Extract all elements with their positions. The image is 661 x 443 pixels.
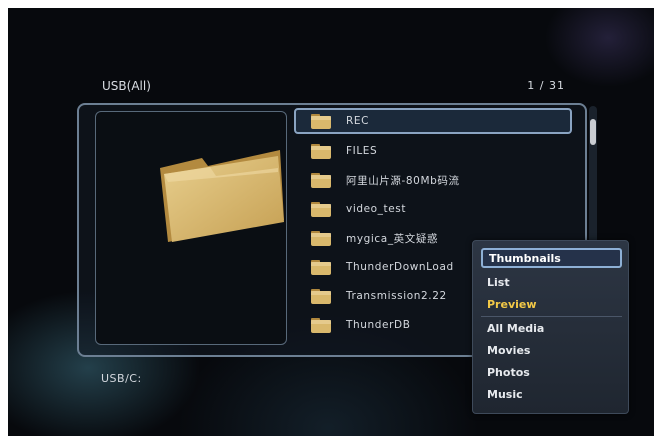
folder-icon [311, 144, 331, 159]
file-item-label: FILES [346, 145, 378, 157]
folder-icon [311, 318, 331, 333]
file-item-rec[interactable]: REC [294, 108, 572, 134]
folder-icon [311, 260, 331, 275]
file-item-label: ThunderDownLoad [346, 261, 454, 273]
menu-item-list[interactable]: List [481, 272, 622, 292]
folder-icon [311, 173, 331, 188]
folder-icon [311, 202, 331, 217]
menu-item-photos[interactable]: Photos [481, 362, 622, 382]
menu-item-movies[interactable]: Movies [481, 340, 622, 360]
file-item-label: video_test [346, 203, 407, 215]
file-item-label: Transmission2.22 [346, 290, 447, 302]
menu-item-all-media[interactable]: All Media [481, 318, 622, 338]
folder-icon [311, 231, 331, 246]
source-title: USB(All) [102, 79, 151, 93]
file-item-video-test[interactable]: video_test [296, 197, 570, 221]
file-item-label: ThunderDB [346, 319, 411, 331]
current-path: USB/C: [101, 372, 142, 385]
file-item-label: mygica_英文疑惑 [346, 232, 439, 245]
page-counter: 1 / 31 [527, 79, 565, 92]
scrollbar-thumb[interactable] [590, 119, 596, 145]
view-options-menu: Thumbnails List Preview All Media Movies… [472, 240, 629, 414]
file-item-label: REC [346, 115, 370, 127]
menu-item-preview[interactable]: Preview [481, 294, 622, 314]
folder-icon [311, 114, 331, 129]
file-item-alishan[interactable]: 阿里山片源-80Mb码流 [296, 168, 570, 192]
menu-divider [481, 316, 622, 317]
folder-preview-icon [160, 150, 284, 242]
file-item-label: 阿里山片源-80Mb码流 [346, 174, 460, 187]
file-item-files[interactable]: FILES [296, 139, 570, 163]
menu-item-thumbnails[interactable]: Thumbnails [481, 248, 622, 268]
folder-icon [311, 289, 331, 304]
menu-item-music[interactable]: Music [481, 384, 622, 404]
